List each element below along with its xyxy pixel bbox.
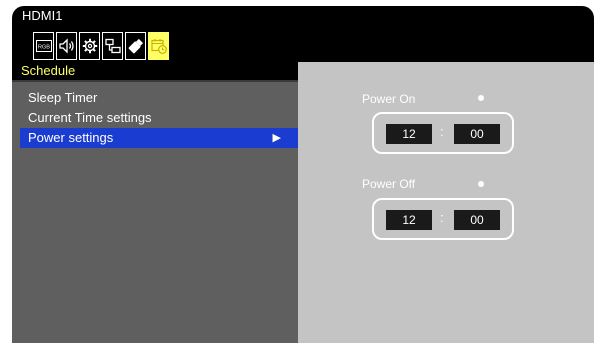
power-off-minute-field[interactable]: 00 — [454, 210, 500, 230]
tab-picture[interactable]: RGB — [33, 32, 54, 60]
schedule-menu: Sleep Timer Current Time settings Power … — [12, 82, 299, 343]
menu-item-current-time-settings[interactable]: Current Time settings — [20, 108, 299, 128]
power-off-time-box[interactable]: 12 : 00 — [372, 198, 514, 240]
tab-usb[interactable] — [125, 32, 146, 60]
power-on-indicator-dot — [478, 95, 484, 101]
power-settings-panel: Power On 12 : 00 Power Off 12 : 00 — [298, 62, 594, 343]
power-off-hour-field[interactable]: 12 — [386, 210, 432, 230]
section-header: Schedule — [12, 62, 299, 80]
tab-audio[interactable] — [56, 32, 77, 60]
power-off-indicator-dot — [478, 181, 484, 187]
section-title: Schedule — [21, 63, 76, 78]
tab-network[interactable] — [102, 32, 123, 60]
tab-setup[interactable] — [79, 32, 100, 60]
usb-icon — [128, 38, 143, 54]
svg-text:RGB: RGB — [38, 45, 50, 51]
menu-item-label: Sleep Timer — [28, 90, 98, 105]
menu-item-label: Power settings — [28, 130, 114, 145]
time-separator: : — [440, 210, 444, 225]
schedule-icon — [150, 39, 167, 54]
menu-item-power-settings[interactable]: Power settings ▶ — [20, 128, 299, 148]
power-on-time-box[interactable]: 12 : 00 — [372, 112, 514, 154]
menu-item-sleep-timer[interactable]: Sleep Timer — [20, 88, 299, 108]
power-on-minute-field[interactable]: 00 — [454, 124, 500, 144]
power-off-label: Power Off — [362, 177, 416, 191]
input-source-label: HDMI1 — [22, 8, 63, 23]
network-icon — [104, 38, 121, 54]
rgb-picture-icon: RGB — [35, 40, 52, 52]
submenu-arrow-icon: ▶ — [272, 132, 281, 144]
speaker-icon — [58, 38, 74, 54]
power-on-label: Power On — [362, 92, 416, 106]
time-separator: : — [440, 124, 444, 139]
gear-icon — [82, 38, 97, 54]
tab-schedule[interactable] — [148, 32, 169, 60]
menu-item-label: Current Time settings — [28, 110, 152, 125]
power-on-hour-field[interactable]: 12 — [386, 124, 432, 144]
category-icon-bar: RGB — [33, 32, 169, 64]
